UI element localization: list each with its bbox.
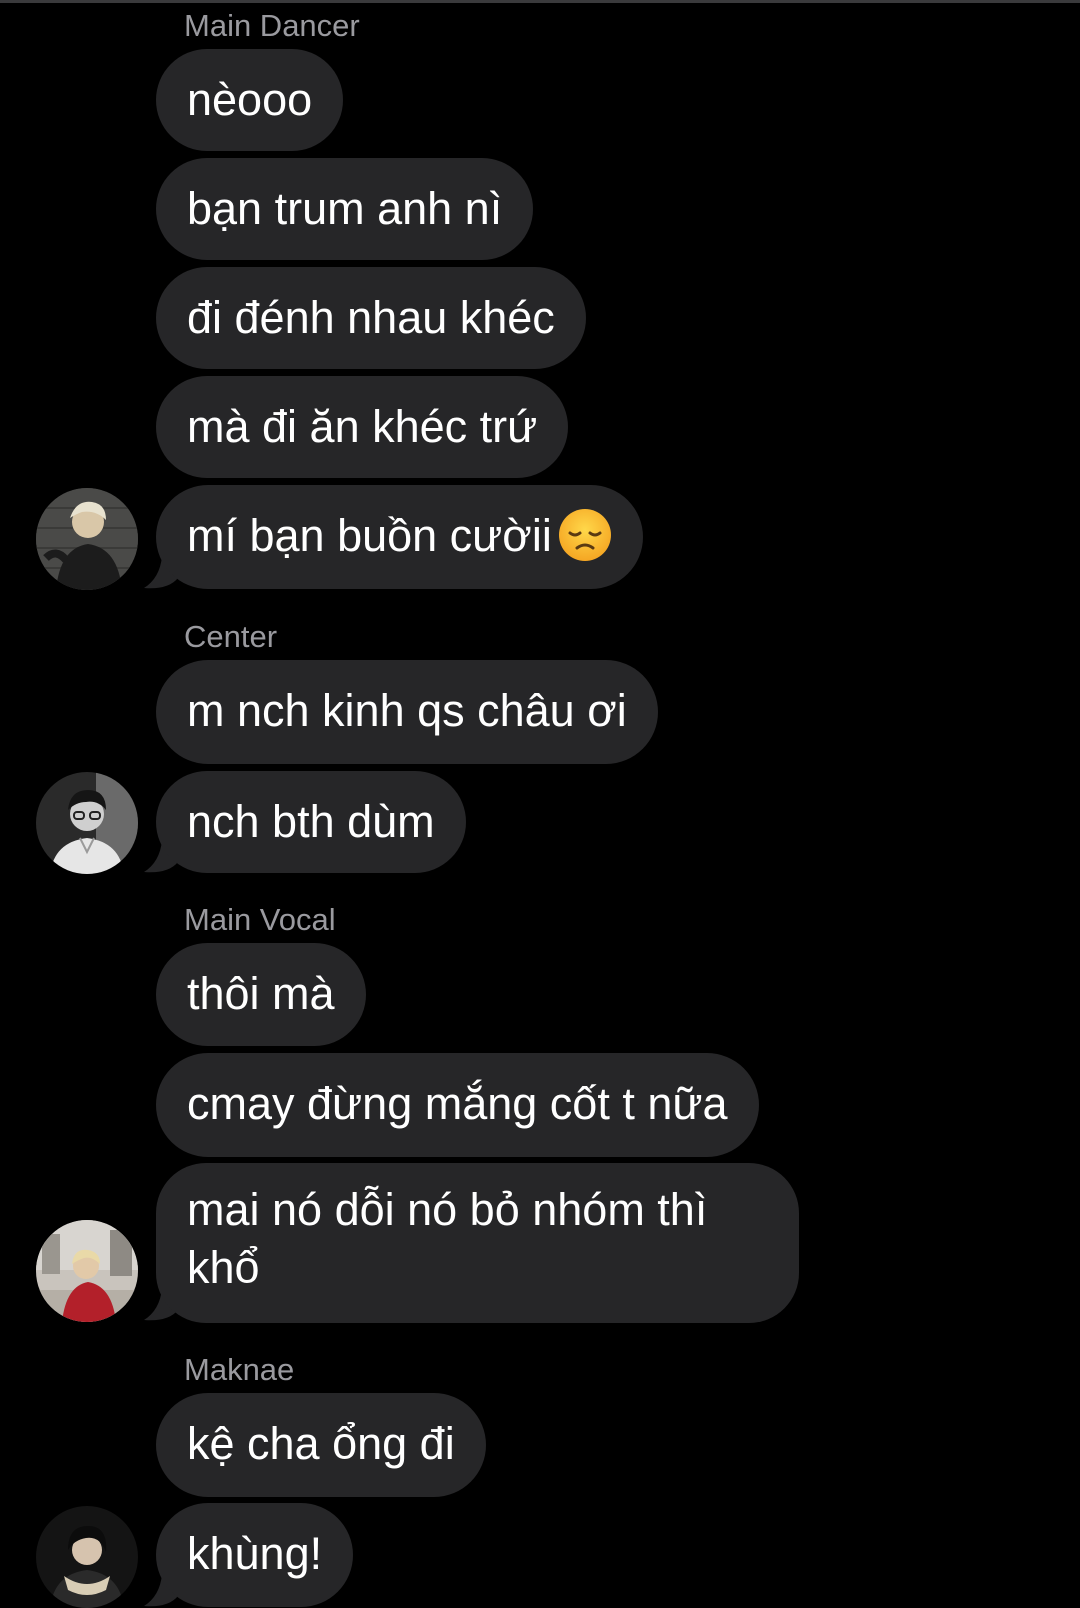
message-text: mí bạn buồn cườii	[187, 510, 552, 561]
sender-name-main-dancer: Main Dancer	[184, 8, 360, 43]
message-text: đi đénh nhau khéc	[187, 292, 555, 343]
message-bubble[interactable]: m nch kinh qs châu ơi	[156, 660, 658, 764]
message-text: bạn trum anh nì	[187, 183, 503, 234]
sender-name-maknae: Maknae	[184, 1352, 295, 1387]
message-text: khùng!	[187, 1528, 323, 1579]
message-bubble[interactable]: khùng!	[156, 1503, 354, 1607]
avatar-center[interactable]	[36, 772, 138, 874]
avatar-main-vocal[interactable]	[36, 1220, 138, 1322]
message-bubble[interactable]: bạn trum anh nì	[156, 158, 534, 260]
message-bubble[interactable]: mí bạn buồn cườii	[156, 485, 643, 589]
message-bubble[interactable]: kệ cha ổng đi	[156, 1393, 486, 1497]
message-text: kệ cha ổng đi	[187, 1418, 455, 1469]
message-text: nèooo	[187, 74, 313, 125]
sender-name-center: Center	[184, 619, 278, 654]
message-text: mai nó dỗi nó bỏ nhóm thì khổ	[187, 1184, 708, 1293]
message-text: nch bth dùm	[187, 796, 435, 847]
message-bubble[interactable]: thôi mà	[156, 943, 366, 1046]
message-text: thôi mà	[187, 968, 335, 1019]
message-bubble[interactable]: nch bth dùm	[156, 771, 466, 873]
top-divider	[0, 0, 1080, 3]
sender-name-main-vocal: Main Vocal	[184, 902, 336, 937]
avatar-main-dancer[interactable]	[36, 488, 138, 590]
message-bubble[interactable]: cmay đừng mắng cốt t nữa	[156, 1053, 759, 1157]
disappointed-face-emoji	[558, 509, 611, 562]
message-text: m nch kinh qs châu ơi	[187, 685, 627, 736]
avatar-maknae[interactable]	[36, 1506, 138, 1608]
message-text: cmay đừng mắng cốt t nữa	[187, 1078, 728, 1129]
message-bubble[interactable]: nèooo	[156, 49, 344, 151]
message-bubble[interactable]: mà đi ăn khéc trứ	[156, 376, 569, 478]
message-text: mà đi ăn khéc trứ	[187, 401, 538, 452]
message-bubble[interactable]: mai nó dỗi nó bỏ nhóm thì khổ	[156, 1163, 799, 1323]
message-bubble[interactable]: đi đénh nhau khéc	[156, 267, 586, 369]
